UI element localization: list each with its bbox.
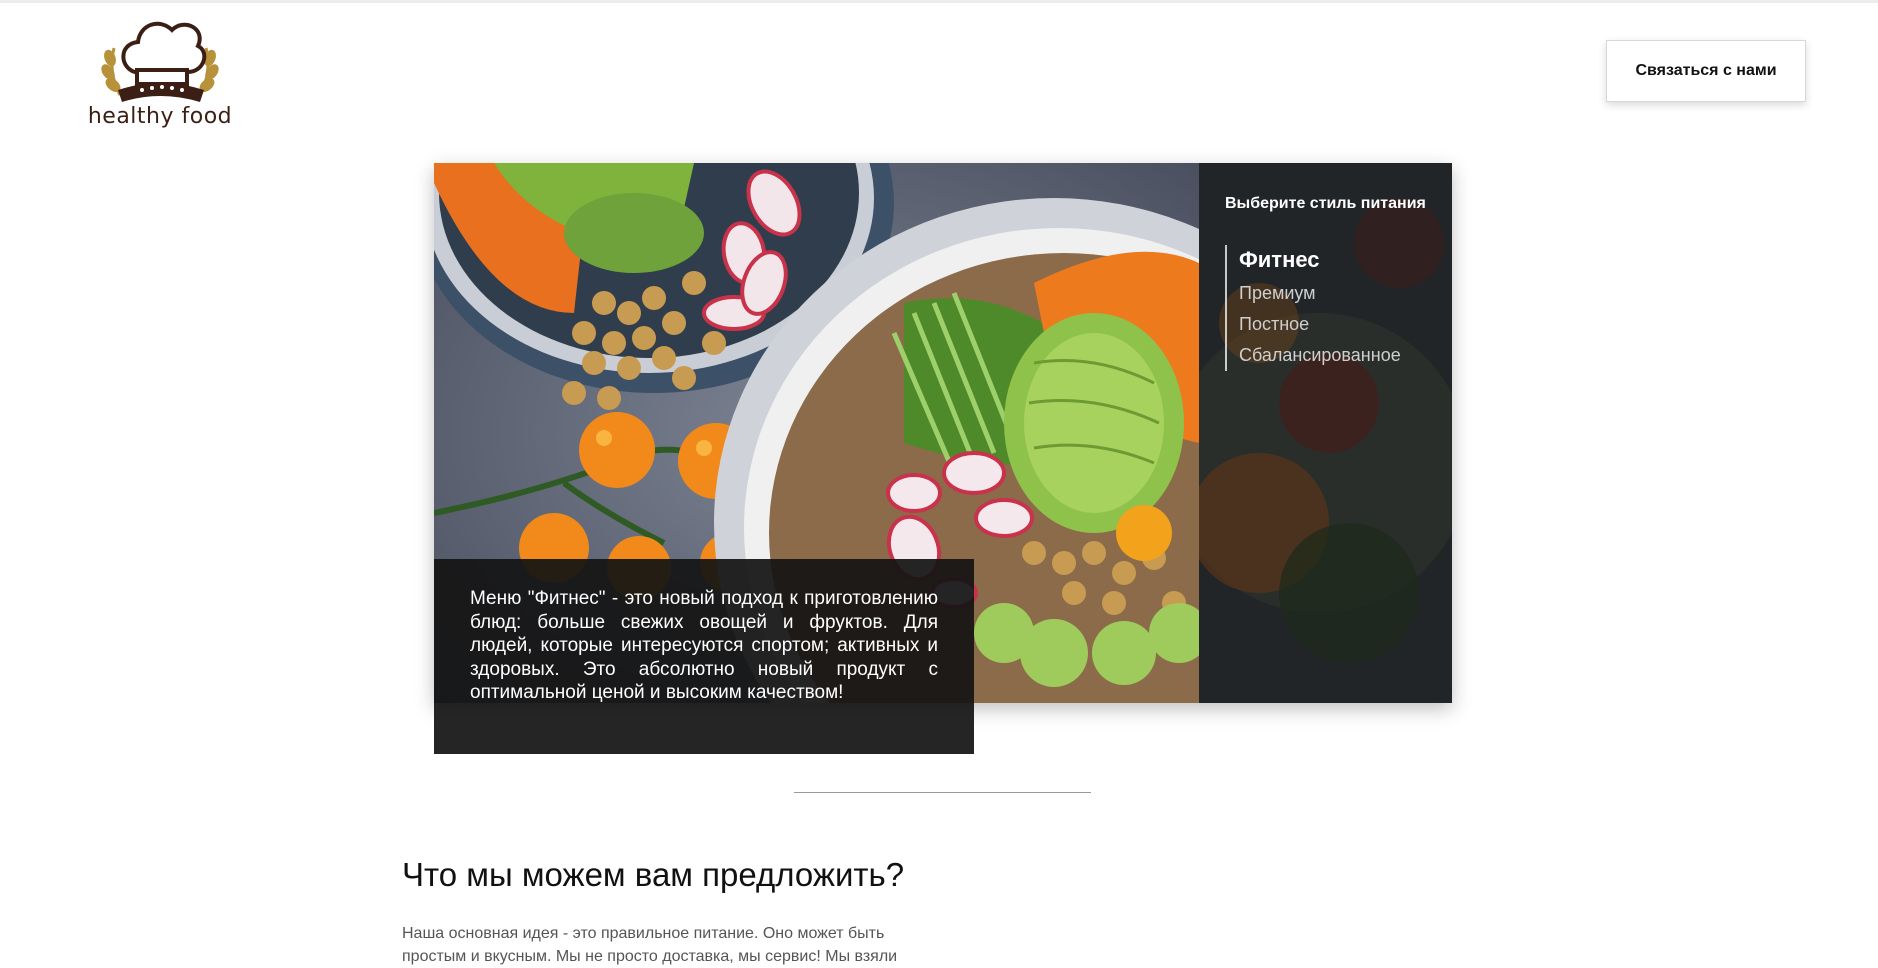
menu-description: Меню "Фитнес" - это новый подход к приго… xyxy=(470,588,938,703)
section-title: Что мы можем вам предложить? xyxy=(402,856,905,893)
menu-item-premium[interactable]: Премиум xyxy=(1239,278,1401,309)
section-divider xyxy=(794,792,1091,793)
chef-hat-icon xyxy=(101,21,219,102)
menu-description-box: Меню "Фитнес" - это новый подход к приго… xyxy=(434,559,974,754)
menu-title: Выберите стиль питания xyxy=(1225,195,1426,212)
menu-item-fitness[interactable]: Фитнес xyxy=(1239,245,1401,278)
diet-style-menu: Выберите стиль питания Фитнес Премиум По… xyxy=(1199,163,1452,703)
logo[interactable]: healthy food xyxy=(80,10,240,130)
menu-item-lenten[interactable]: Постное xyxy=(1239,309,1401,340)
contact-us-button[interactable]: Связаться с нами xyxy=(1606,40,1806,102)
top-border xyxy=(0,0,1878,3)
section-text: Наша основная идея - это правильное пита… xyxy=(402,925,898,965)
menu-item-balanced[interactable]: Сбалансированное xyxy=(1239,340,1401,371)
logo-text: healthy food xyxy=(87,104,233,129)
diet-style-list: Фитнес Премиум Постное Сбалансированное xyxy=(1225,245,1401,371)
